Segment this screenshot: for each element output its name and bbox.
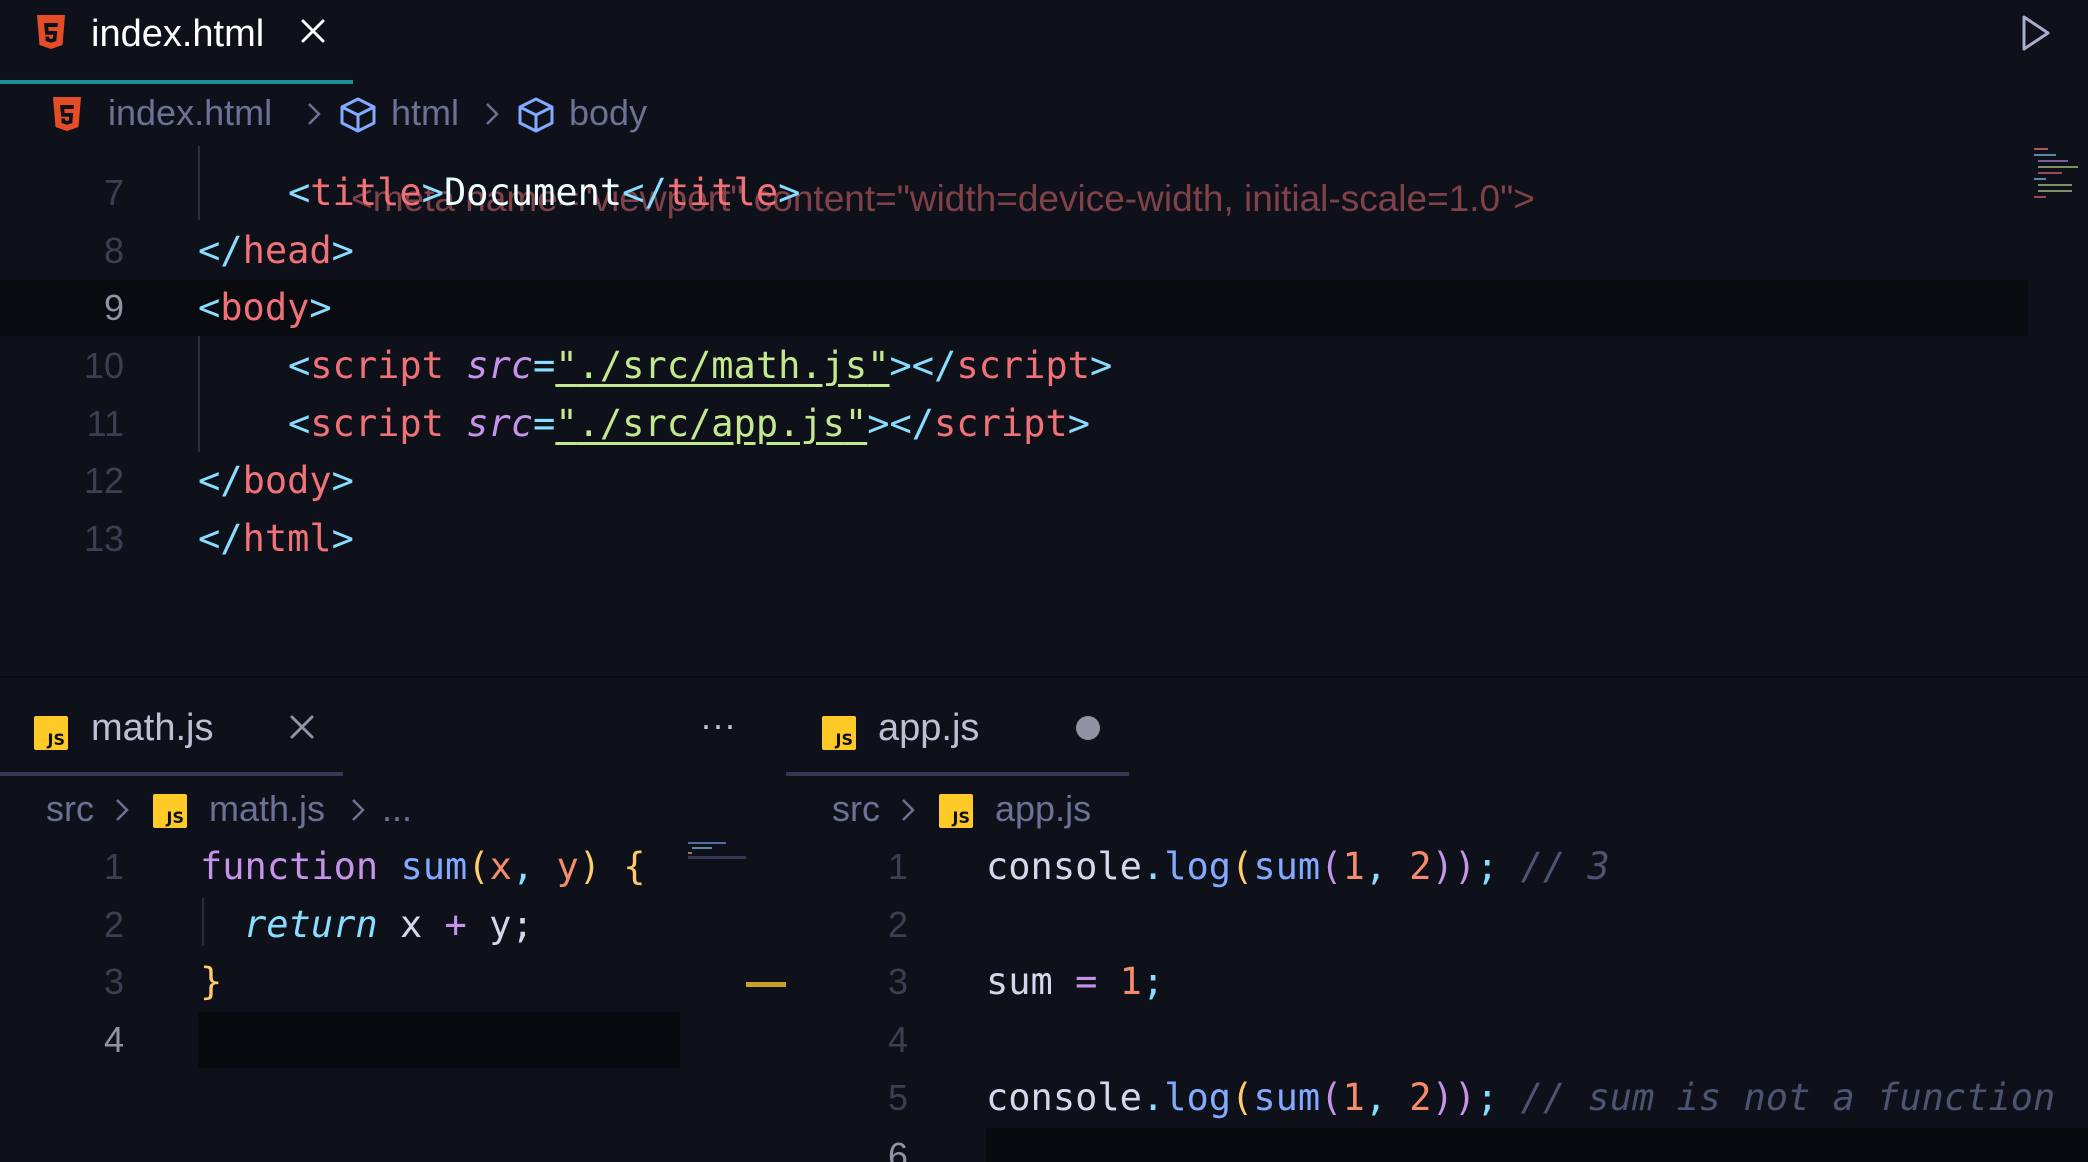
line-number: 3 [103,961,124,1002]
code-line-3: sum = 1; [986,960,1165,1003]
indent-guide [202,898,204,946]
line-number: 2 [887,904,908,945]
close-icon[interactable] [296,14,330,48]
code-line-7: <title>Document</title> [288,171,801,214]
breadcrumb-item-src[interactable]: src [46,786,94,832]
close-icon[interactable] [285,710,319,744]
html5-icon [50,96,84,132]
minimap[interactable] [688,840,746,862]
line-number: 11 [86,403,124,444]
js-icon: JS [939,794,973,828]
line-number: 3 [887,961,908,1002]
cube-icon [516,96,556,134]
line-number: 13 [83,518,124,559]
code-line-2: return x + y; [244,903,534,946]
line-number-active: 9 [103,287,124,328]
code-line-10: <script src="./src/math.js"></script> [288,344,1113,387]
more-actions-button[interactable]: ··· [700,702,736,748]
js-icon: JS [153,794,187,828]
breadcrumb-item-file[interactable]: math.js [209,786,325,832]
line-number: 2 [103,904,124,945]
chevron-right-icon [348,796,368,824]
tab-label: app.js [878,707,980,749]
line-number: 4 [887,1019,908,1060]
line-number: 1 [887,846,908,887]
code-line-3: } [200,960,223,1003]
line-number: 7 [103,172,124,213]
cube-icon [338,96,378,134]
breadcrumb-item-html[interactable]: html [391,90,459,136]
tab-math-js[interactable]: JS math.js [0,678,343,776]
chevron-right-icon [898,796,918,824]
code-line-9: <body> [198,286,332,329]
minimap[interactable] [2030,146,2082,202]
line-number: 1 [103,846,124,887]
scrollbar-marker [746,982,786,987]
js-icon: JS [34,716,68,750]
html5-icon [34,14,68,50]
code-line-1: console.log(sum(1, 2)); // 3 [986,845,1610,888]
html-editor[interactable]: <meta name="viewport" content="width=dev… [0,146,2088,676]
breadcrumb-item-symbol[interactable]: ... [382,786,412,832]
code-line-1: function sum(x, y) { [200,845,646,888]
current-line-highlight [986,1128,2088,1162]
tab-label: math.js [91,707,214,749]
breadcrumb-item-file[interactable]: app.js [995,786,1091,832]
line-number: 5 [887,1077,908,1118]
js-icon: JS [822,716,856,750]
line-number: 8 [103,230,124,271]
code-line-12: </body> [198,459,354,502]
chevron-right-icon [304,100,324,128]
top-tab-bar: index.html [0,0,2088,84]
indent-guide [198,336,200,452]
code-line-5: console.log(sum(1, 2)); // sum is not a … [986,1076,2056,1119]
code-line-11: <script src="./src/app.js"></script> [288,402,1090,445]
breadcrumb-item-src[interactable]: src [832,786,880,832]
math-js-editor-group: JS math.js ··· src JS math.js ... 1 func… [0,678,786,1162]
play-icon[interactable] [2014,12,2056,54]
line-number-active: 6 [887,1135,908,1162]
line-number: 12 [83,460,124,501]
app-js-editor-group: JS app.js src JS app.js 1 console.log(su… [786,678,2088,1162]
line-number-active: 4 [103,1019,124,1060]
chevron-right-icon [112,796,132,824]
breadcrumb-item-body[interactable]: body [569,90,647,136]
code-line-8: </head> [198,229,354,272]
line-number: 10 [83,345,124,386]
breadcrumb: index.html html body [0,84,2088,146]
link-app-js[interactable]: ./src/app.js [578,402,845,445]
tab-app-js[interactable]: JS app.js [786,678,1129,776]
current-line-highlight [198,1012,680,1068]
code-line-13: </html> [198,517,354,560]
tab-label: index.html [91,13,265,55]
tab-index-html[interactable]: index.html [0,0,353,84]
chevron-right-icon [482,100,502,128]
unsaved-dot-icon[interactable] [1076,716,1100,740]
breadcrumb-item-file[interactable]: index.html [108,90,272,136]
indent-guide [198,146,200,220]
link-math-js[interactable]: ./src/math.js [578,344,868,387]
